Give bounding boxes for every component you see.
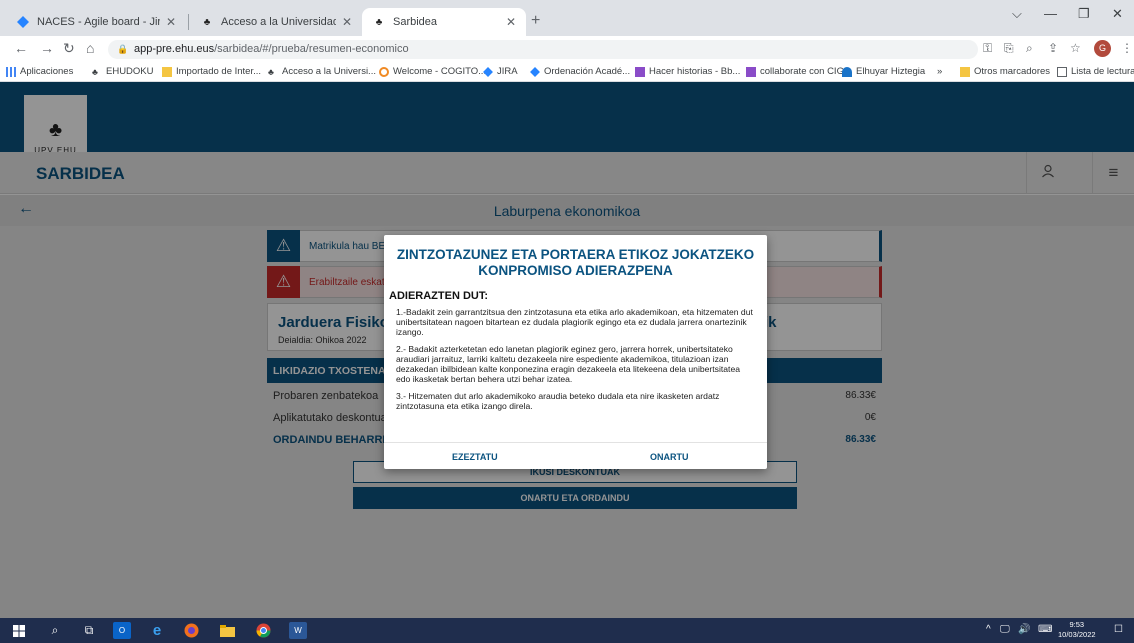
url-path: /sarbidea/#/prueba/resumen-economico: [214, 43, 409, 55]
bookmark-acceso[interactable]: ♣ Acceso a la Universi...: [268, 66, 376, 77]
bookmark-cogito[interactable]: Welcome - COGITO...: [379, 66, 486, 77]
star-icon[interactable]: ☆: [1070, 41, 1081, 55]
edge-icon[interactable]: e: [148, 622, 166, 639]
declaration-paragraph: 3.- Hitzematen dut arlo akademikoko arau…: [396, 391, 720, 411]
chrome-icon[interactable]: [254, 622, 272, 639]
zoom-icon[interactable]: ⌕: [1026, 41, 1033, 56]
firefox-icon[interactable]: [182, 622, 200, 639]
outlook-icon[interactable]: O: [113, 622, 131, 639]
close-icon[interactable]: ✕: [166, 15, 176, 29]
bb-icon: [635, 66, 645, 77]
tab-title: Acceso a la Universidad - UPV/EHU: [221, 16, 336, 28]
windows-taskbar: ⌕ ⧉ O e W ^ 🖵 🔊 ⌨ 9:53 10/03/2022 ☐: [0, 618, 1134, 643]
tab-title: NACES - Agile board - Jira: [37, 16, 160, 28]
keyboard-icon[interactable]: ⌨: [1038, 624, 1052, 635]
jira-icon: [16, 15, 30, 29]
tab-sarbidea[interactable]: ♣ Sarbidea ✕: [362, 8, 526, 36]
bookmark-elhuyar[interactable]: Elhuyar Hiztegia: [842, 66, 925, 77]
reading-list[interactable]: Lista de lectura: [1057, 66, 1134, 77]
upv-icon: ♣: [375, 16, 383, 28]
tab-jira[interactable]: NACES - Agile board - Jira ✕: [6, 8, 186, 36]
elhuyar-icon: [842, 66, 852, 77]
url-host: app-pre.ehu.eus: [134, 43, 215, 55]
lock-icon: 🔒: [117, 44, 129, 54]
jira-icon: [530, 66, 540, 77]
clock-time: 9:53: [1069, 620, 1085, 629]
home-icon[interactable]: ⌂: [86, 40, 94, 56]
bookmarks-overflow[interactable]: »: [937, 66, 942, 77]
clock-date: 10/03/2022: [1058, 630, 1096, 639]
bb-icon: [746, 66, 756, 77]
bookmark-collaborate[interactable]: collaborate con CIG: [746, 66, 844, 77]
install-app-icon[interactable]: ⎘: [1004, 41, 1014, 56]
bookmark-hacer-historias[interactable]: Hacer historias - Bb...: [635, 66, 740, 77]
bookmark-other[interactable]: Otros marcadores: [960, 66, 1050, 77]
dialog-body: 1.-Badakit zein garrantzitsua den zintzo…: [396, 307, 756, 418]
profile-avatar[interactable]: G: [1094, 40, 1111, 57]
back-arrow-icon[interactable]: ←: [14, 40, 28, 56]
integrity-declaration-dialog: ZINTZOTAZUNEZ ETA PORTAERA ETIKOZ JOKATZ…: [384, 235, 767, 469]
notifications-icon[interactable]: ☐: [1114, 624, 1123, 635]
upv-icon: ♣: [203, 16, 211, 28]
task-view-icon[interactable]: ⧉: [80, 622, 98, 639]
reload-icon[interactable]: ↻: [63, 40, 75, 57]
minimize-icon[interactable]: —: [1044, 6, 1057, 21]
volume-icon[interactable]: 🔊: [1018, 624, 1030, 635]
address-bar-row: ← → ↻ ⌂ 🔒 app-pre.ehu.eus/sarbidea/#/pru…: [0, 36, 1134, 62]
tab-acceso-universidad[interactable]: ♣ Acceso a la Universidad - UPV/EHU ✕: [190, 8, 362, 36]
tab-title: Sarbidea: [393, 16, 438, 28]
jira-icon: [483, 66, 493, 77]
accept-button[interactable]: ONARTU: [650, 452, 689, 462]
network-icon[interactable]: 🖵: [1000, 624, 1010, 635]
word-icon[interactable]: W: [289, 622, 307, 639]
bookmark-apps[interactable]: Aplicaciones: [6, 66, 73, 77]
reading-list-icon: [1057, 66, 1067, 77]
close-icon[interactable]: ✕: [506, 15, 516, 29]
key-icon[interactable]: ⚿: [983, 41, 992, 56]
taskbar-clock[interactable]: 9:53 10/03/2022: [1058, 620, 1096, 640]
cogito-icon: [379, 66, 389, 77]
bookmark-jira[interactable]: JIRA: [483, 66, 518, 77]
declaration-paragraph: 2.- Badakit azterketetan edo lanetan pla…: [396, 344, 741, 384]
browser-tab-bar: NACES - Agile board - Jira ✕ ♣ Acceso a …: [0, 0, 1134, 36]
close-window-icon[interactable]: ✕: [1112, 6, 1123, 22]
new-tab-button[interactable]: +: [531, 12, 540, 30]
dialog-heading: ADIERAZTEN DUT:: [389, 290, 488, 302]
upv-icon: ♣: [92, 66, 98, 77]
tray-chevron-icon[interactable]: ^: [986, 624, 991, 635]
declaration-paragraph: 1.-Badakit zein garrantzitsua den zintzo…: [396, 307, 753, 337]
upv-icon: ♣: [268, 66, 274, 77]
bookmark-ordenacion[interactable]: Ordenación Acadé...: [530, 66, 630, 77]
bookmarks-bar: Aplicaciones ♣ EHUDOKU Importado de Inter…: [0, 62, 1134, 82]
windows-start-icon[interactable]: [10, 622, 28, 639]
dialog-title: ZINTZOTAZUNEZ ETA PORTAERA ETIKOZ JOKATZ…: [396, 247, 755, 278]
restore-icon[interactable]: ❐: [1078, 6, 1090, 22]
chevron-down-icon[interactable]: ⌵: [1012, 6, 1022, 22]
file-explorer-icon[interactable]: [218, 622, 236, 639]
folder-icon: [960, 66, 970, 77]
folder-icon: [162, 66, 172, 77]
dialog-footer: EZEZTATU ONARTU: [384, 442, 767, 469]
apps-grid-icon: [6, 66, 16, 77]
reject-button[interactable]: EZEZTATU: [452, 452, 498, 462]
more-vert-icon[interactable]: ⋮: [1121, 41, 1133, 55]
bookmark-ehudoku[interactable]: ♣ EHUDOKU: [92, 66, 154, 77]
share-icon[interactable]: ⇪: [1048, 41, 1058, 55]
bookmark-importado[interactable]: Importado de Inter...: [162, 66, 261, 77]
search-icon[interactable]: ⌕: [46, 622, 64, 639]
url-field[interactable]: 🔒 app-pre.ehu.eus/sarbidea/#/prueba/resu…: [108, 40, 978, 59]
close-icon[interactable]: ✕: [342, 15, 352, 29]
forward-arrow-icon[interactable]: →: [40, 40, 54, 56]
